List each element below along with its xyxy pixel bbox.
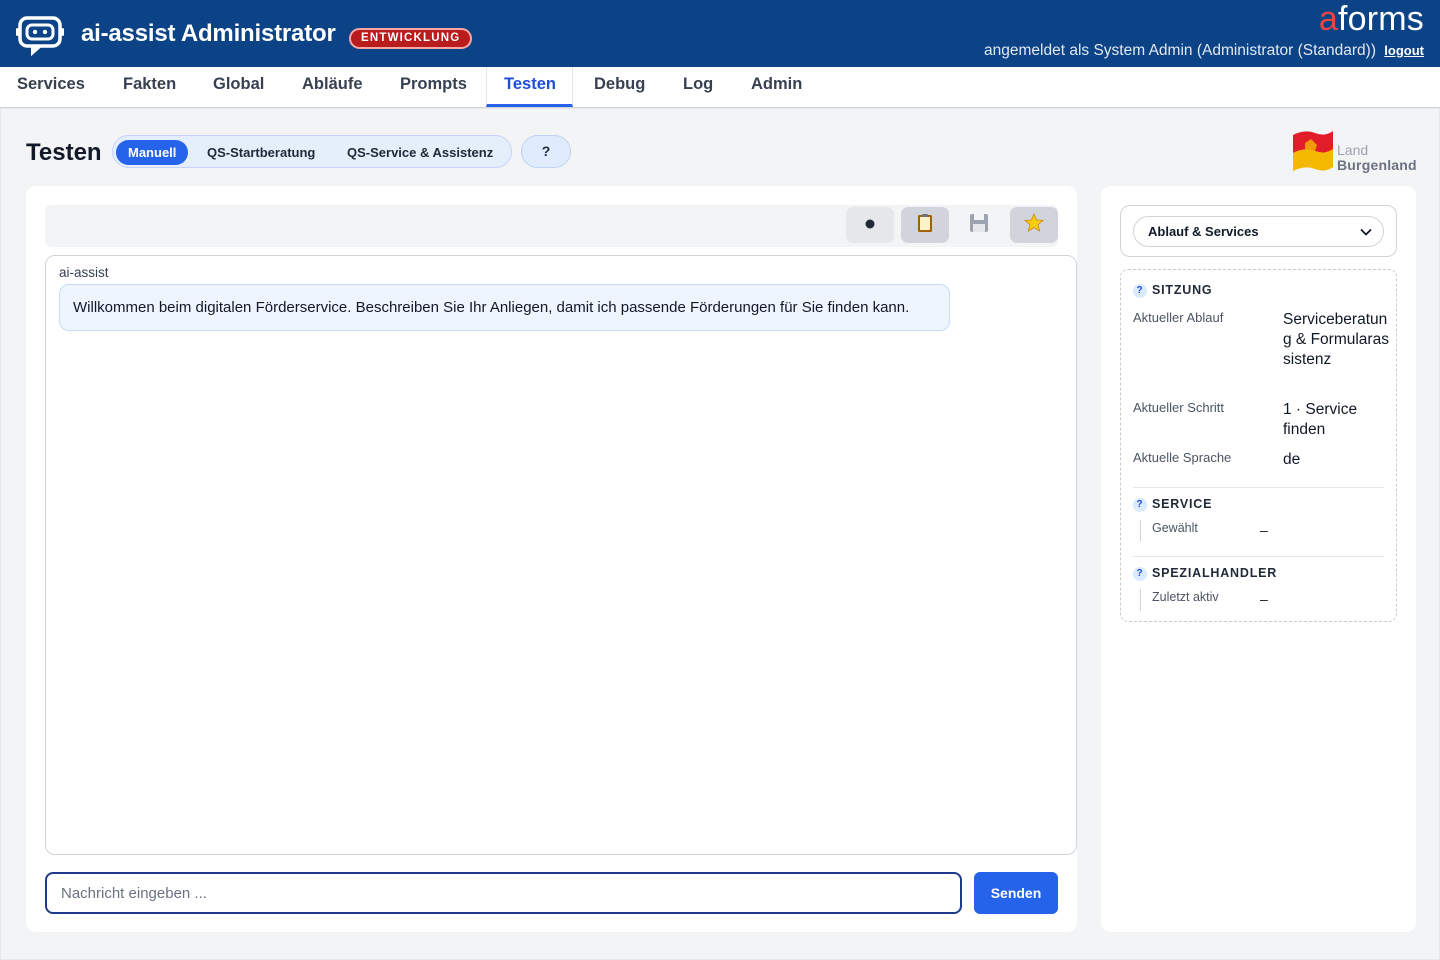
session-state: ? SITZUNG Aktueller Ablauf Serviceberatun… (1120, 269, 1397, 622)
help-button[interactable]: ? (521, 135, 571, 168)
favorite-button[interactable] (1010, 207, 1058, 243)
mode-qs-startberatung[interactable]: QS-Startberatung (195, 140, 327, 165)
logout-link[interactable]: logout (1384, 43, 1424, 58)
chat-panel: ai-assist Willkommen beim digitalen Förd… (26, 186, 1077, 932)
aforms-logo: aforms (1318, 0, 1424, 38)
land-burgenland-logo: Land Burgenland (1291, 127, 1421, 175)
tab-global[interactable]: Global (196, 67, 281, 107)
view-selector-wrap: Ablauf & Services (1120, 205, 1397, 257)
current-step-label: Aktueller Schritt (1133, 400, 1225, 415)
section-sitzung: ? SITZUNG (1133, 283, 1212, 298)
help-icon[interactable]: ? (1133, 498, 1147, 512)
divider (1133, 487, 1384, 488)
assistant-message: Willkommen beim digitalen Förderservice.… (59, 284, 950, 331)
tab-admin[interactable]: Admin (734, 67, 819, 107)
mode-qs-service-assistenz[interactable]: QS-Service & Assistenz (335, 140, 505, 165)
tab-services[interactable]: Services (0, 67, 102, 107)
message-input[interactable] (45, 872, 962, 914)
current-flow-label: Aktueller Ablauf (1133, 310, 1224, 325)
chat-transcript[interactable]: ai-assist Willkommen beim digitalen Förd… (45, 255, 1077, 855)
test-mode-switch: Manuell QS-Startberatung QS-Service & As… (112, 135, 512, 168)
help-icon[interactable]: ? (1133, 567, 1147, 581)
main-navigation: Services Fakten Global Abläufe Prompts T… (0, 67, 1440, 108)
selected-service-value: – (1260, 522, 1268, 538)
message-composer: Senden (45, 872, 1058, 914)
environment-badge: ENTWICKLUNG (349, 28, 473, 49)
current-language-value: de (1283, 451, 1301, 468)
save-icon (970, 214, 988, 232)
app-header: ai-assist Administrator ENTWICKLUNG afor… (0, 0, 1440, 67)
page-title: Testen (26, 139, 102, 166)
robot-chat-icon (16, 16, 64, 56)
logged-in-user: angemeldet als System Admin (Administrat… (984, 42, 1376, 59)
current-language-label: Aktuelle Sprache (1133, 450, 1232, 465)
record-button[interactable] (846, 207, 894, 243)
view-select-value: Ablauf & Services (1148, 224, 1259, 239)
burgenland-flag-icon (1293, 131, 1333, 171)
message-sender: ai-assist (59, 265, 109, 280)
tab-ablaeufe[interactable]: Abläufe (285, 67, 380, 107)
section-service: ? SERVICE (1133, 497, 1212, 512)
chat-toolbar (45, 205, 1058, 247)
logo-line-burgenland: Burgenland (1337, 157, 1417, 173)
current-flow-value: Serviceberatung & Formularassistenz (1283, 311, 1389, 368)
selected-service-label: Gewählt (1140, 520, 1198, 542)
tab-fakten[interactable]: Fakten (106, 67, 193, 107)
current-step-value: 1 · Service finden (1283, 401, 1358, 438)
view-select[interactable]: Ablauf & Services (1133, 216, 1384, 247)
app-title: ai-assist Administrator (81, 20, 336, 47)
tab-log[interactable]: Log (666, 67, 730, 107)
transcript-button[interactable] (901, 207, 949, 243)
divider (1133, 556, 1384, 557)
session-panel: Ablauf & Services ? SITZUNG Aktueller Abl… (1101, 186, 1416, 932)
send-button[interactable]: Senden (974, 872, 1058, 914)
tab-prompts[interactable]: Prompts (383, 67, 484, 107)
star-icon (1023, 212, 1045, 232)
chevron-down-icon (1360, 228, 1372, 236)
section-spezialhandler: ? SPEZIALHANDLER (1133, 566, 1277, 581)
clipboard-icon (918, 214, 932, 232)
save-button[interactable] (955, 207, 1003, 243)
last-active-handler-label: Zuletzt aktiv (1140, 589, 1219, 611)
last-active-handler-value: – (1260, 591, 1268, 607)
tab-debug[interactable]: Debug (577, 67, 662, 107)
help-icon[interactable]: ? (1133, 284, 1147, 298)
tab-testen[interactable]: Testen (486, 67, 573, 107)
mode-manuell[interactable]: Manuell (116, 140, 189, 165)
record-icon (865, 219, 875, 229)
main-area: Testen Manuell QS-Startberatung QS-Servi… (0, 108, 1440, 960)
logo-line-land: Land (1337, 142, 1369, 158)
